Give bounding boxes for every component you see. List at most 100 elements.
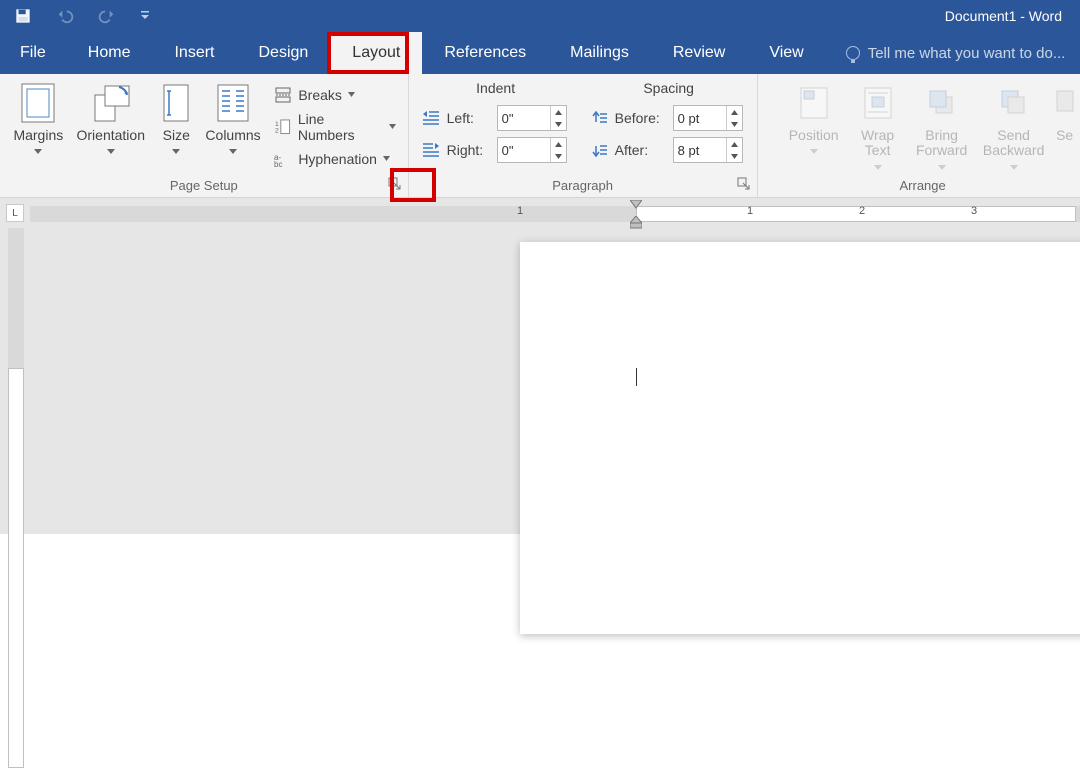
document-title: Document1 - Word <box>945 8 1062 24</box>
wrap-text-icon <box>862 82 894 124</box>
tab-layout[interactable]: Layout <box>330 32 422 74</box>
ribbon: Margins Orientation Size <box>0 74 1080 198</box>
undo-icon[interactable] <box>56 7 74 25</box>
chevron-down-icon <box>938 165 946 171</box>
vertical-ruler[interactable] <box>8 228 26 534</box>
tab-mailings[interactable]: Mailings <box>548 32 651 74</box>
spin-down-icon[interactable] <box>727 118 742 130</box>
tell-me-search[interactable]: Tell me what you want to do... <box>846 32 1066 74</box>
spacing-before-spinner[interactable] <box>673 105 743 131</box>
page-setup-dialog-launcher[interactable] <box>388 177 402 191</box>
spacing-before-icon <box>589 108 609 128</box>
first-line-indent-marker[interactable] <box>630 200 642 210</box>
size-label: Size <box>163 128 190 143</box>
indent-left-input[interactable] <box>498 106 550 130</box>
ribbon-tabs: File Home Insert Design Layout Reference… <box>0 32 1080 74</box>
chevron-down-icon <box>348 92 355 98</box>
breaks-icon <box>274 86 292 104</box>
tab-references[interactable]: References <box>422 32 548 74</box>
ruler-number: 1 <box>517 205 523 217</box>
columns-button[interactable]: Columns <box>200 78 267 155</box>
size-icon <box>161 82 191 124</box>
horizontal-ruler[interactable]: 1 1 2 3 <box>30 202 1080 224</box>
redo-icon[interactable] <box>98 7 116 25</box>
position-label: Position <box>789 128 839 143</box>
hyphenation-label: Hyphenation <box>298 151 377 167</box>
line-numbers-icon: 12 <box>274 118 292 136</box>
paragraph-dialog-launcher[interactable] <box>737 177 751 191</box>
quick-access-toolbar <box>14 7 150 25</box>
spin-down-icon[interactable] <box>551 118 566 130</box>
ruler-number: 1 <box>747 205 753 217</box>
bring-forward-button[interactable]: Bring Forward <box>906 78 978 171</box>
spacing-after-spinner[interactable] <box>673 137 743 163</box>
hyphenation-button[interactable]: a-bc Hyphenation <box>270 146 399 172</box>
breaks-button[interactable]: Breaks <box>270 82 399 108</box>
tab-file[interactable]: File <box>0 32 66 74</box>
indent-right-spinner[interactable] <box>497 137 567 163</box>
orientation-label: Orientation <box>77 128 145 143</box>
indent-left-icon <box>421 108 441 128</box>
tab-insert[interactable]: Insert <box>152 32 236 74</box>
spin-up-icon[interactable] <box>727 138 742 150</box>
send-backward-icon <box>998 82 1030 124</box>
send-backward-button[interactable]: Send Backward <box>978 78 1050 171</box>
spin-down-icon[interactable] <box>551 150 566 162</box>
wrap-text-button[interactable]: Wrap Text <box>850 78 906 171</box>
chevron-down-icon <box>229 149 237 155</box>
group-label-paragraph: Paragraph <box>409 173 757 197</box>
spacing-column: Spacing Before: After: <box>589 78 749 164</box>
spacing-after-input[interactable] <box>674 138 726 162</box>
tab-review[interactable]: Review <box>651 32 747 74</box>
selection-pane-button[interactable]: Se <box>1050 78 1080 143</box>
hanging-indent-marker[interactable] <box>630 216 642 230</box>
orientation-button[interactable]: Orientation <box>69 78 153 155</box>
spin-up-icon[interactable] <box>551 138 566 150</box>
qat-customize-icon[interactable] <box>140 7 150 25</box>
margins-button[interactable]: Margins <box>8 78 69 155</box>
spacing-before-label: Before: <box>615 110 667 126</box>
margins-icon <box>21 82 55 124</box>
tab-home[interactable]: Home <box>66 32 153 74</box>
spin-up-icon[interactable] <box>551 106 566 118</box>
chevron-down-icon <box>810 149 818 155</box>
chevron-down-icon <box>1010 165 1018 171</box>
tab-view[interactable]: View <box>747 32 825 74</box>
spacing-after-label: After: <box>615 142 667 158</box>
line-numbers-label: Line Numbers <box>298 111 383 143</box>
orientation-icon <box>91 82 131 124</box>
indent-left-label: Left: <box>447 110 491 126</box>
columns-label: Columns <box>205 128 260 143</box>
ruler-corner-tab-selector[interactable]: L <box>6 204 24 222</box>
ruler-number: 2 <box>859 205 865 217</box>
group-arrange: Position Wrap Text Bring Forward Send Ba… <box>758 74 1080 197</box>
group-label-page-setup: Page Setup <box>0 173 408 197</box>
position-icon <box>798 82 830 124</box>
page-setup-group-text: Page Setup <box>170 178 238 193</box>
size-button[interactable]: Size <box>153 78 200 155</box>
spin-up-icon[interactable] <box>727 106 742 118</box>
indent-right-input[interactable] <box>498 138 550 162</box>
tell-me-placeholder: Tell me what you want to do... <box>868 45 1066 62</box>
spacing-before-input[interactable] <box>674 106 726 130</box>
spacing-header: Spacing <box>589 78 749 100</box>
spin-down-icon[interactable] <box>727 150 742 162</box>
bring-forward-label: Bring Forward <box>906 128 978 159</box>
svg-text:2: 2 <box>275 128 279 135</box>
margins-label: Margins <box>13 128 63 143</box>
chevron-down-icon <box>34 149 42 155</box>
indent-right-icon <box>421 140 441 160</box>
title-bar: Document1 - Word <box>0 0 1080 32</box>
page-setup-stack: Breaks 12 Line Numbers a-bc Hyphenation <box>270 78 399 172</box>
hyphenation-icon: a-bc <box>274 150 292 168</box>
save-icon[interactable] <box>14 7 32 25</box>
text-cursor <box>636 368 637 386</box>
document-page[interactable] <box>520 242 1080 634</box>
arrange-group-text: Arrange <box>900 178 946 193</box>
position-button[interactable]: Position <box>778 78 850 155</box>
tab-design[interactable]: Design <box>236 32 330 74</box>
indent-right-label: Right: <box>447 142 491 158</box>
line-numbers-button[interactable]: 12 Line Numbers <box>270 114 399 140</box>
indent-left-spinner[interactable] <box>497 105 567 131</box>
chevron-down-icon <box>383 156 390 162</box>
